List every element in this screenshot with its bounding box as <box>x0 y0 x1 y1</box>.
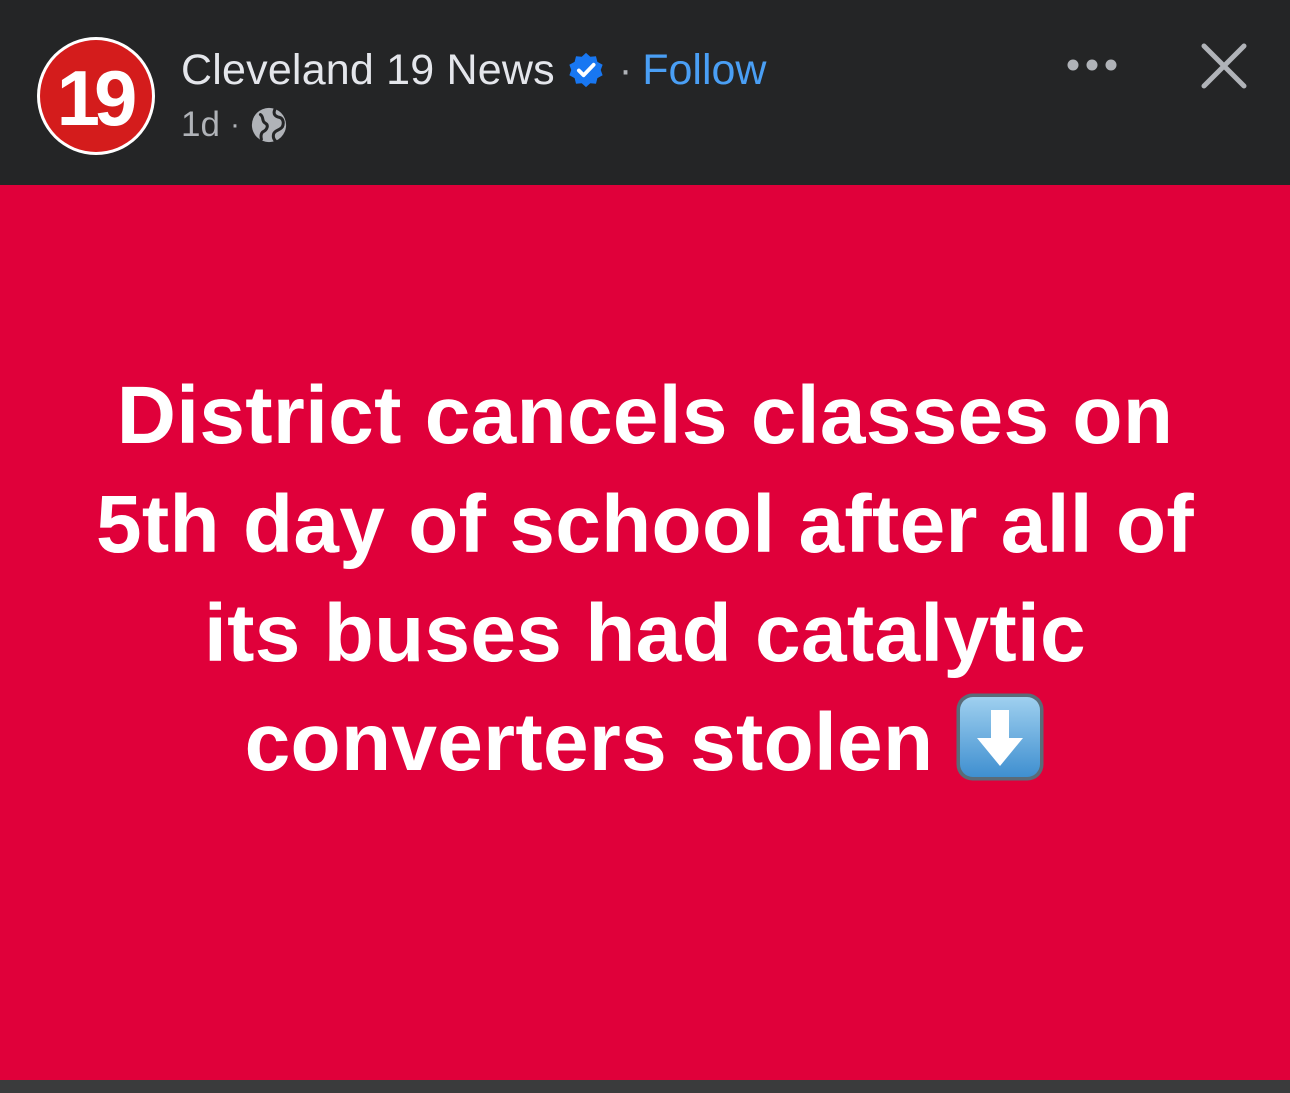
meta-separator: · <box>229 108 240 141</box>
globe-icon <box>251 107 287 143</box>
post-header: 19 Cleveland 19 News · Follow 1d · <box>0 0 1290 185</box>
follow-button[interactable]: Follow <box>642 46 766 95</box>
bottom-divider <box>0 1080 1290 1093</box>
card-headline: District cancels classes on 5th day of s… <box>80 361 1210 797</box>
name-row: Cleveland 19 News · Follow <box>181 44 766 96</box>
post-image-card[interactable]: District cancels classes on 5th day of s… <box>0 185 1290 1080</box>
station-logo-icon[interactable]: 19 <box>36 36 156 156</box>
page-name[interactable]: Cleveland 19 News <box>181 46 555 95</box>
more-options-icon[interactable] <box>1064 52 1120 78</box>
close-icon[interactable] <box>1198 40 1250 92</box>
post-meta: 1d · <box>181 102 288 148</box>
verified-badge-icon <box>569 52 603 88</box>
name-separator: · <box>618 47 633 92</box>
down-arrow-emoji-icon <box>956 693 1044 781</box>
post-timestamp[interactable]: 1d <box>181 105 220 145</box>
avatar-logo-text: 19 <box>57 54 135 142</box>
